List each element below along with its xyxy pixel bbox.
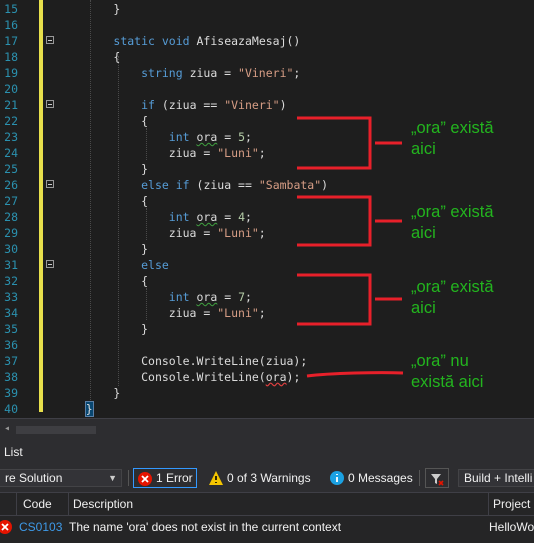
annotation-2: „ora” există aici — [411, 203, 494, 242]
red-bracket-1 — [297, 116, 372, 170]
error-list-header: Code Description Project — [0, 492, 534, 516]
scrollbar-thumb[interactable] — [16, 426, 96, 434]
scope-dropdown[interactable]: re Solution ▼ — [0, 469, 122, 487]
annotation-3: „ora” există aici — [411, 278, 494, 317]
filter-icon — [431, 474, 444, 486]
red-bracket-2 — [297, 195, 372, 247]
errors-filter-button[interactable]: 1 Error — [133, 468, 197, 488]
annotation-4: „ora” nu există aici — [411, 352, 484, 391]
red-underline-mark — [306, 371, 404, 378]
scroll-left-icon[interactable]: ◂ — [4, 423, 10, 434]
column-code[interactable]: Code — [23, 497, 52, 511]
warning-icon — [209, 471, 223, 485]
error-list-panel: List re Solution ▼ 1 Error 0 of 3 Warnin… — [0, 440, 534, 543]
separator — [419, 470, 420, 486]
error-code-link[interactable]: CS0103 — [19, 516, 62, 538]
red-bracket-3 — [297, 273, 372, 326]
error-project: HelloWo — [489, 520, 534, 534]
table-row[interactable]: CS0103 The name 'ora' does not exist in … — [0, 516, 534, 538]
error-description: The name 'ora' does not exist in the cur… — [69, 520, 342, 534]
info-icon — [330, 471, 344, 485]
build-intellisense-dropdown[interactable]: Build + Intelli — [458, 469, 534, 487]
horizontal-scrollbar[interactable]: ◂ — [0, 418, 534, 441]
messages-filter-button[interactable]: 0 Messages — [326, 468, 413, 488]
column-divider — [68, 493, 69, 515]
code-editor[interactable]: 15 16 17 18 19 20 21 22 23 24 25 26 27 28 29 30 31 32 33 34… — [0, 0, 534, 418]
warnings-filter-button[interactable]: 0 of 3 Warnings — [205, 468, 311, 488]
column-description[interactable]: Description — [73, 497, 133, 511]
column-divider — [488, 493, 489, 515]
annotation-1: „ora” există aici — [411, 119, 494, 158]
error-icon — [138, 472, 152, 486]
error-list-toolbar: re Solution ▼ 1 Error 0 of 3 Warnings 0 … — [0, 464, 534, 492]
filter-button[interactable] — [425, 468, 449, 488]
separator — [128, 470, 129, 486]
chevron-down-icon: ▼ — [108, 473, 117, 483]
error-icon — [0, 520, 12, 534]
column-project[interactable]: Project — [493, 497, 530, 511]
scope-value: re Solution — [5, 471, 63, 485]
panel-title: List — [0, 440, 534, 464]
column-divider — [16, 493, 17, 515]
